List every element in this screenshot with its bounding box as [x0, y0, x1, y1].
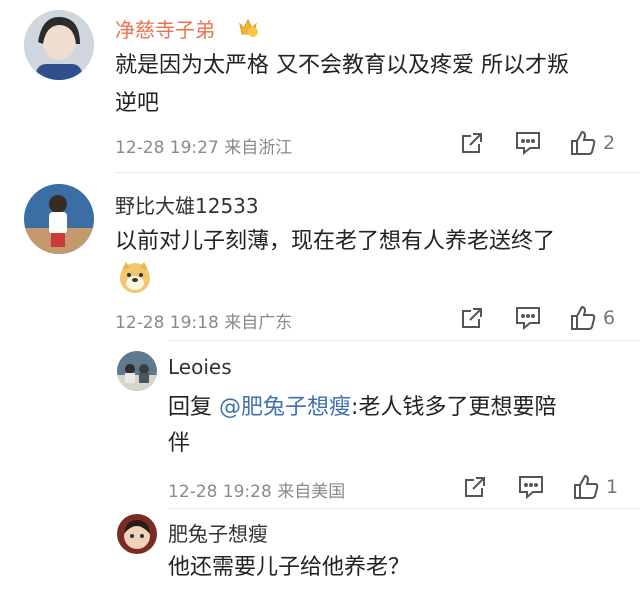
location: 来自美国 — [277, 482, 346, 502]
divider — [115, 172, 640, 173]
like-icon[interactable] — [569, 304, 596, 330]
comment-username[interactable]: 净慈寺子弟 — [115, 14, 215, 43]
time: 12-28 19:27 — [115, 138, 219, 158]
doge-emoji — [118, 260, 152, 294]
like-icon[interactable] — [572, 473, 599, 499]
reply-username[interactable]: 肥兔子想瘦 — [168, 518, 268, 547]
time: 12-28 19:28 — [168, 482, 272, 502]
avatar[interactable] — [117, 514, 157, 554]
mention-link[interactable]: @肥兔子想瘦 — [219, 395, 351, 420]
comment-text-line2: 逆吧 — [115, 91, 160, 116]
crown-badge-icon — [237, 16, 259, 38]
avatar[interactable] — [117, 351, 157, 391]
avatar[interactable] — [24, 184, 94, 254]
comment-username[interactable]: 野比大雄12533 — [115, 190, 259, 219]
user-avatar-photo — [117, 514, 157, 554]
share-icon[interactable] — [462, 474, 488, 500]
reply-text: 回复 @肥兔子想瘦:老人钱多了更想要陪 — [168, 390, 556, 426]
reply-text: 他还需要儿子给他养老？ — [168, 555, 411, 580]
divider — [168, 508, 640, 509]
location: 来自广东 — [224, 313, 293, 333]
like-count: 1 — [606, 476, 619, 498]
user-avatar-photo — [117, 351, 157, 391]
comment-text: 以前对儿子刻薄，现在老了想有人养老送终了 — [115, 229, 556, 254]
avatar[interactable] — [24, 10, 94, 80]
location: 来自浙江 — [224, 138, 293, 158]
comment-icon[interactable] — [514, 305, 540, 331]
user-avatar-photo — [24, 184, 94, 254]
reply-username[interactable]: Leoies — [168, 355, 232, 379]
comment-icon[interactable] — [517, 474, 543, 500]
reply-prefix: 回复 — [168, 395, 213, 420]
comment-timestamp: 12-28 19:27 来自浙江 — [115, 133, 292, 158]
share-icon[interactable] — [459, 130, 485, 156]
comment-icon[interactable] — [514, 130, 540, 156]
like-count: 6 — [603, 307, 616, 329]
reply-body: :老人钱多了更想要陪 — [351, 395, 557, 420]
reply-text-line2: 伴 — [168, 431, 191, 456]
like-icon[interactable] — [569, 129, 596, 155]
divider — [168, 340, 640, 341]
comment-text: 就是因为太严格 又不会教育以及疼爱 所以才叛 — [115, 53, 569, 78]
user-avatar-photo — [24, 10, 94, 80]
comment-timestamp: 12-28 19:18 来自广东 — [115, 308, 292, 333]
like-count: 2 — [603, 132, 616, 154]
reply-timestamp: 12-28 19:28 来自美国 — [168, 477, 345, 502]
time: 12-28 19:18 — [115, 313, 219, 333]
share-icon[interactable] — [459, 305, 485, 331]
